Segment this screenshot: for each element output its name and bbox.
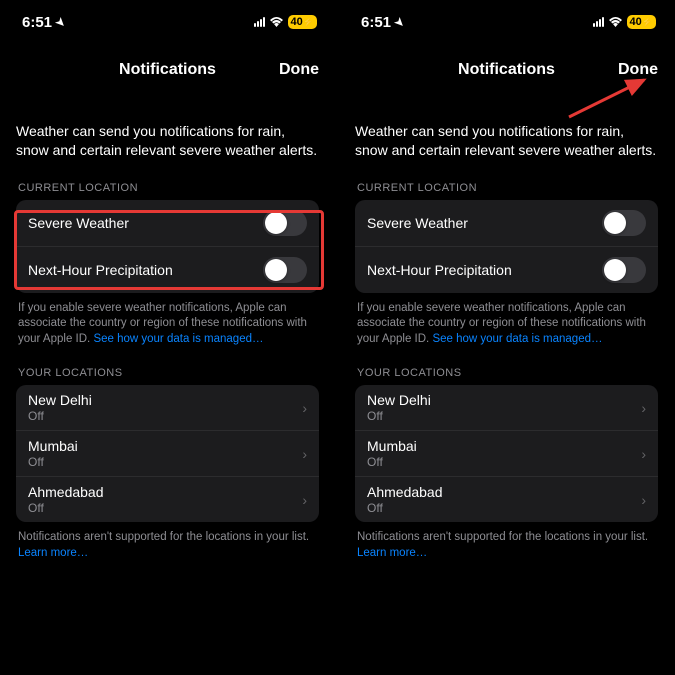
nav-bar: Notifications Done (339, 48, 674, 92)
learn-more-link[interactable]: Learn more… (357, 547, 427, 559)
section-header-current-location: CURRENT LOCATION (16, 182, 319, 194)
location-row-ahmedabad[interactable]: Ahmedabad Off › (355, 476, 658, 522)
section-header-current-location: CURRENT LOCATION (355, 182, 658, 194)
location-row-new-delhi[interactable]: New Delhi Off › (355, 385, 658, 430)
data-managed-link[interactable]: See how your data is managed… (93, 333, 263, 345)
location-services-icon: ➤ (392, 14, 408, 30)
battery-icon: 40⚡ (288, 15, 317, 29)
your-locations-group: New Delhi Off › Mumbai Off › Ahmedabad O… (355, 385, 658, 522)
current-location-footer: If you enable severe weather notificatio… (16, 301, 319, 348)
chevron-right-icon: › (302, 492, 307, 508)
next-hour-row: Next-Hour Precipitation (355, 246, 658, 293)
description-text: Weather can send you notifications for r… (355, 122, 658, 160)
wifi-icon (608, 15, 623, 30)
status-time: 6:51 (361, 14, 391, 31)
chevron-right-icon: › (641, 492, 646, 508)
wifi-icon (269, 15, 284, 30)
location-row-new-delhi[interactable]: New Delhi Off › (16, 385, 319, 430)
next-hour-label: Next-Hour Precipitation (367, 262, 512, 278)
current-location-group: Severe Weather Next-Hour Precipitation (355, 200, 658, 293)
location-row-ahmedabad[interactable]: Ahmedabad Off › (16, 476, 319, 522)
location-services-icon: ➤ (53, 14, 69, 30)
next-hour-toggle[interactable] (602, 257, 646, 283)
page-title: Notifications (119, 61, 216, 79)
your-locations-footer: Notifications aren't supported for the l… (355, 530, 658, 561)
section-header-your-locations: YOUR LOCATIONS (16, 367, 319, 379)
your-locations-group: New Delhi Off › Mumbai Off › Ahmedabad O… (16, 385, 319, 522)
location-row-mumbai[interactable]: Mumbai Off › (355, 430, 658, 476)
status-time: 6:51 (22, 14, 52, 31)
status-bar: 6:51 ➤ 40⚡ (0, 0, 335, 44)
current-location-group: Severe Weather Next-Hour Precipitation (16, 200, 319, 293)
battery-icon: 40⚡ (627, 15, 656, 29)
next-hour-row: Next-Hour Precipitation (16, 246, 319, 293)
status-bar: 6:51 ➤ 40⚡ (339, 0, 674, 44)
your-locations-footer: Notifications aren't supported for the l… (16, 530, 319, 561)
page-title: Notifications (458, 61, 555, 79)
screen-left: 6:51 ➤ 40⚡ Notifications Done Weather ca… (0, 0, 335, 675)
done-button[interactable]: Done (279, 61, 319, 79)
severe-weather-row: Severe Weather (16, 200, 319, 246)
description-text: Weather can send you notifications for r… (16, 122, 319, 160)
location-row-mumbai[interactable]: Mumbai Off › (16, 430, 319, 476)
severe-weather-label: Severe Weather (28, 215, 129, 231)
chevron-right-icon: › (302, 446, 307, 462)
nav-bar: Notifications Done (0, 48, 335, 92)
severe-weather-toggle[interactable] (602, 210, 646, 236)
screen-right: 6:51 ➤ 40⚡ Notifications Done Weather ca… (339, 0, 674, 675)
current-location-footer: If you enable severe weather notificatio… (355, 301, 658, 348)
section-header-your-locations: YOUR LOCATIONS (355, 367, 658, 379)
severe-weather-toggle[interactable] (263, 210, 307, 236)
chevron-right-icon: › (302, 400, 307, 416)
cellular-signal-icon (254, 17, 265, 27)
cellular-signal-icon (593, 17, 604, 27)
learn-more-link[interactable]: Learn more… (18, 547, 88, 559)
next-hour-label: Next-Hour Precipitation (28, 262, 173, 278)
severe-weather-row: Severe Weather (355, 200, 658, 246)
severe-weather-label: Severe Weather (367, 215, 468, 231)
done-button[interactable]: Done (618, 61, 658, 79)
chevron-right-icon: › (641, 446, 646, 462)
next-hour-toggle[interactable] (263, 257, 307, 283)
data-managed-link[interactable]: See how your data is managed… (432, 333, 602, 345)
chevron-right-icon: › (641, 400, 646, 416)
